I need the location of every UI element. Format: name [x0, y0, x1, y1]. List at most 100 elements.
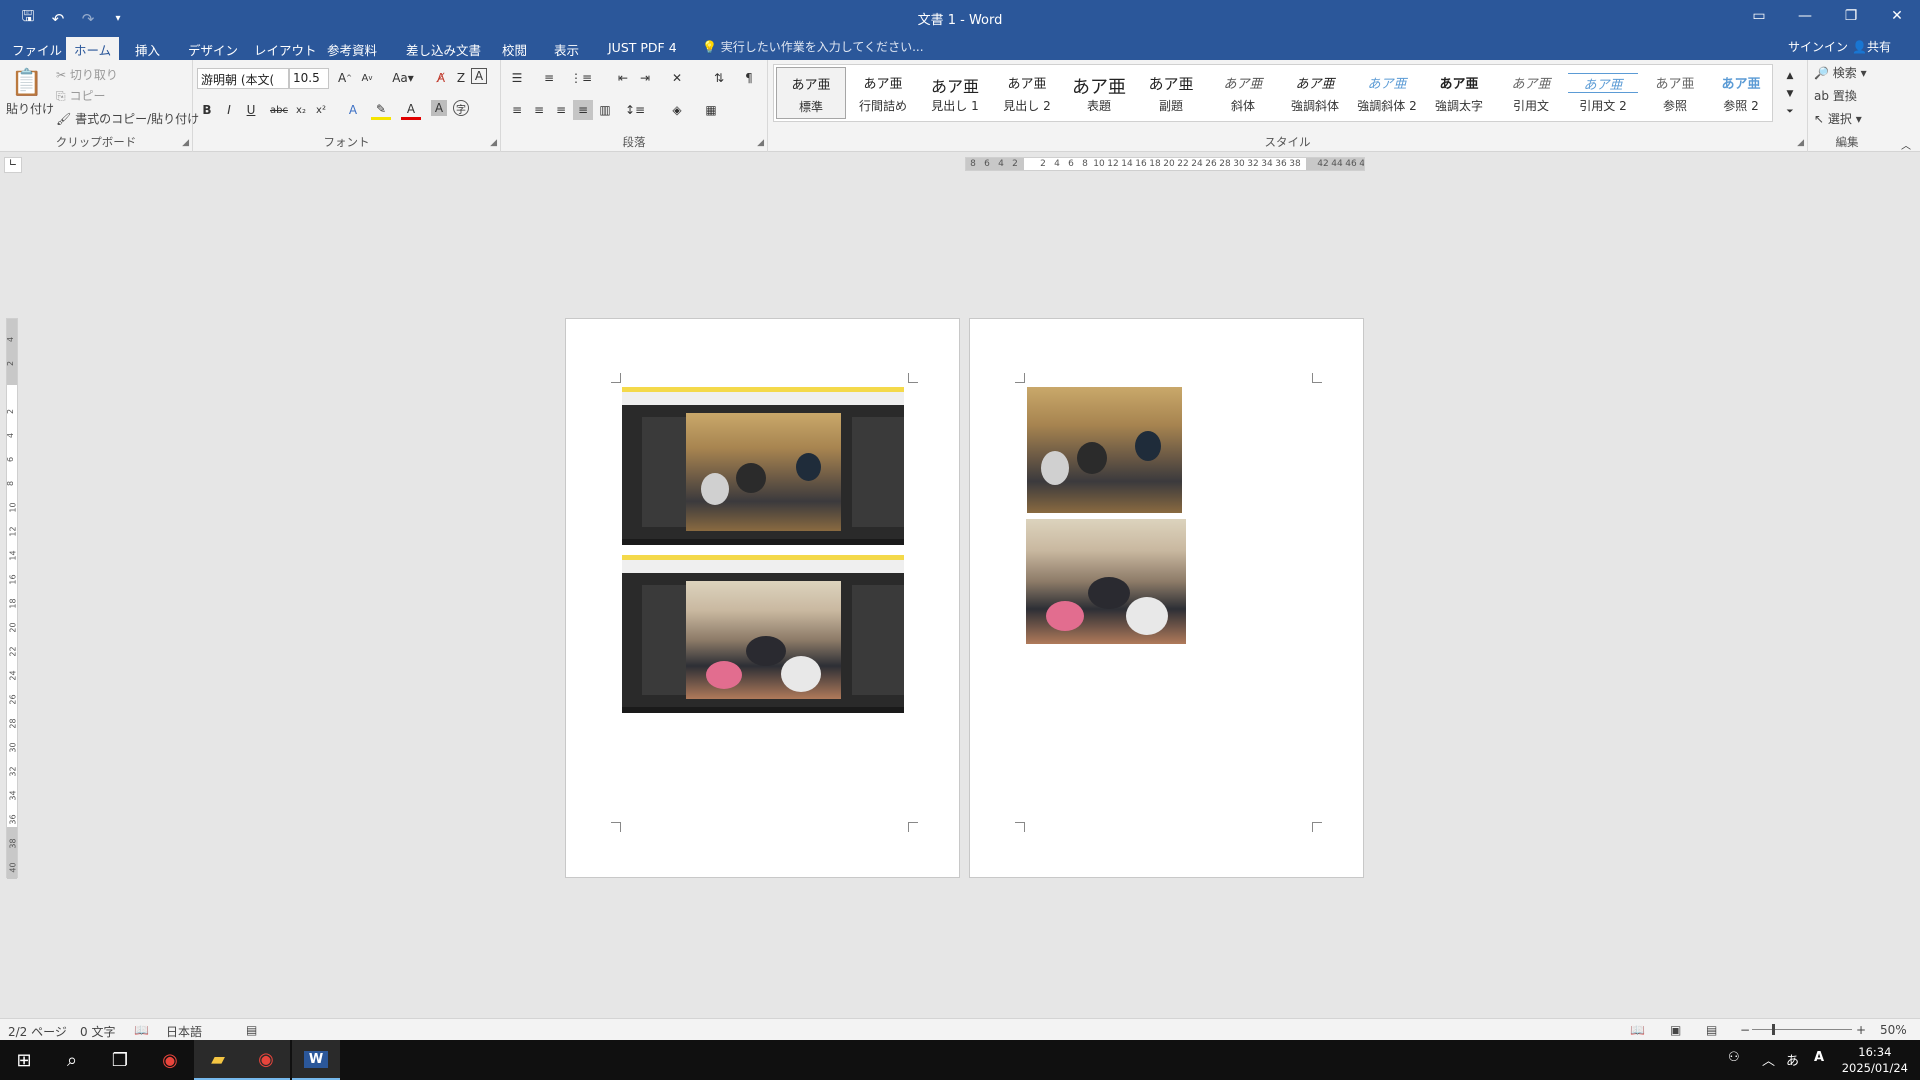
highlight-icon[interactable]: ✎ [371, 100, 391, 120]
close-button[interactable]: ✕ [1874, 0, 1920, 32]
tab-view[interactable]: 表示 [546, 37, 587, 60]
macro-icon[interactable]: ▤ [246, 1023, 257, 1037]
style-normal[interactable]: あア亜 標準 [776, 67, 846, 119]
paragraph-dialog-launcher-icon[interactable]: ◢ [757, 138, 764, 148]
ime-indicator[interactable]: あ [1786, 1050, 1799, 1069]
find-button[interactable]: 🔎 検索 ▾ [1814, 64, 1867, 81]
ribbon-display-options-icon[interactable]: ▭ [1736, 0, 1782, 32]
tray-chevron-icon[interactable]: ︿ [1762, 1050, 1775, 1069]
numbering-icon[interactable]: ≡ [539, 68, 559, 88]
replace-button[interactable]: ab 置換 [1814, 87, 1857, 104]
font-dialog-launcher-icon[interactable]: ◢ [490, 138, 497, 148]
gallery-up-icon[interactable]: ▲ [1780, 66, 1800, 86]
tab-just-pdf[interactable]: JUST PDF 4 [600, 37, 685, 60]
vertical-ruler[interactable]: 4 2 2 4 6 8 10 12 14 16 18 20 22 24 26 28 30 32 34 36 38 40 [6, 318, 18, 879]
page-count[interactable]: 2/2 ページ [8, 1023, 67, 1040]
zoom-out-icon[interactable]: − [1740, 1023, 1750, 1037]
align-right-icon[interactable]: ≡ [551, 100, 571, 120]
style-intense-reference[interactable]: あア亜 参照 2 [1712, 67, 1770, 119]
styles-dialog-launcher-icon[interactable]: ◢ [1797, 138, 1804, 148]
font-size-combo[interactable]: 10.5 [289, 68, 329, 89]
ime-mode-icon[interactable]: A [1814, 1050, 1824, 1065]
chrome-profile-icon[interactable]: ◉ [242, 1040, 290, 1080]
document-page-1[interactable] [565, 318, 960, 878]
print-layout-icon[interactable]: ▣ [1670, 1023, 1681, 1037]
paste-button[interactable]: 貼り付け [6, 100, 54, 117]
style-subtle-emphasis[interactable]: あア亜 強調斜体 [1280, 67, 1350, 119]
copy-button[interactable]: ⎘ コピー [56, 87, 105, 104]
distributed-icon[interactable]: ▥ [595, 100, 615, 120]
font-name-combo[interactable]: 游明朝 (本文( [197, 68, 289, 89]
borders-icon[interactable]: ▦ [701, 100, 721, 120]
sort-icon[interactable]: ⇅ [709, 68, 729, 88]
strikethrough-icon[interactable]: abc [269, 100, 289, 120]
style-reference[interactable]: あア亜 参照 [1640, 67, 1710, 119]
chrome-icon[interactable]: ◉ [146, 1040, 194, 1080]
web-layout-icon[interactable]: ▤ [1706, 1023, 1717, 1037]
screenshot-image-2[interactable] [622, 555, 904, 713]
italic-icon[interactable]: I [219, 100, 239, 120]
style-intense-emphasis[interactable]: あア亜 強調斜体 2 [1352, 67, 1422, 119]
cut-button[interactable]: ✂ 切り取り [56, 66, 118, 83]
tab-references[interactable]: 参考資料 [319, 37, 385, 60]
asian-layout-icon[interactable]: ✕ [667, 68, 687, 88]
subscript-icon[interactable]: x₂ [291, 100, 311, 120]
share-button[interactable]: 👤共有 [1852, 38, 1891, 55]
select-button[interactable]: ↖ 選択 ▾ [1814, 110, 1862, 127]
proofing-icon[interactable]: 📖 [134, 1023, 149, 1037]
screenshot-image-1[interactable] [622, 387, 904, 545]
read-mode-icon[interactable]: 📖 [1630, 1023, 1645, 1037]
align-left-icon[interactable]: ≡ [507, 100, 527, 120]
people-icon[interactable]: ⚇ [1728, 1050, 1740, 1065]
character-shading-icon[interactable]: A [431, 100, 447, 116]
bullets-icon[interactable]: ☰ [507, 68, 527, 88]
zoom-level[interactable]: 50% [1880, 1023, 1907, 1037]
zoom-slider-thumb[interactable] [1772, 1024, 1775, 1035]
style-heading-1[interactable]: あア亜 見出し 1 [920, 67, 990, 119]
tab-review[interactable]: 校閲 [494, 37, 535, 60]
decrease-indent-icon[interactable]: ⇤ [613, 68, 633, 88]
line-spacing-icon[interactable]: ↕≡ [625, 100, 645, 120]
tab-file[interactable]: ファイル [4, 37, 70, 60]
superscript-icon[interactable]: x² [311, 100, 331, 120]
tab-layout[interactable]: レイアウト [246, 37, 325, 60]
style-strong[interactable]: あア亜 強調太字 [1424, 67, 1494, 119]
document-page-2[interactable] [969, 318, 1364, 878]
clear-formatting-icon[interactable]: A̸ [431, 68, 451, 88]
bold-icon[interactable]: B [197, 100, 217, 120]
character-border-icon[interactable]: A [471, 68, 487, 84]
phonetic-guide-icon[interactable]: Z [451, 68, 471, 88]
style-subtitle[interactable]: あア亜 副題 [1136, 67, 1206, 119]
style-intense-quote[interactable]: あア亜 引用文 2 [1568, 67, 1638, 119]
word-count[interactable]: 0 文字 [80, 1023, 115, 1040]
paste-icon[interactable]: 📋 [10, 66, 44, 100]
font-color-icon[interactable]: A [401, 100, 421, 120]
increase-indent-icon[interactable]: ⇥ [635, 68, 655, 88]
justify-icon[interactable]: ≡ [573, 100, 593, 120]
search-icon[interactable]: ⌕ [48, 1040, 96, 1080]
multilevel-list-icon[interactable]: ⋮≡ [570, 68, 592, 88]
tab-mailings[interactable]: 差し込み文書 [398, 37, 489, 60]
windows-start-icon[interactable]: ⊞ [0, 1040, 48, 1080]
style-emphasis[interactable]: あア亜 斜体 [1208, 67, 1278, 119]
dialog-launcher-icon[interactable]: ◢ [182, 138, 189, 148]
tab-insert[interactable]: 挿入 [127, 37, 168, 60]
collapse-ribbon-icon[interactable]: ︿ [1896, 134, 1916, 154]
style-heading-2[interactable]: あア亜 見出し 2 [992, 67, 1062, 119]
zoom-slider[interactable] [1752, 1029, 1852, 1030]
tab-design[interactable]: デザイン [180, 37, 246, 60]
tab-selector[interactable]: ∟ [4, 157, 22, 173]
grow-font-icon[interactable]: A ^ [335, 68, 355, 88]
zoom-in-icon[interactable]: + [1856, 1023, 1866, 1037]
gallery-down-icon[interactable]: ▼ [1780, 84, 1800, 104]
file-explorer-icon[interactable]: ▰ [194, 1040, 242, 1080]
show-marks-icon[interactable]: ¶ [739, 68, 759, 88]
style-quote[interactable]: あア亜 引用文 [1496, 67, 1566, 119]
style-title[interactable]: あア亜 表題 [1064, 67, 1134, 119]
align-center-icon[interactable]: ≡ [529, 100, 549, 120]
shrink-font-icon[interactable]: Av [357, 68, 377, 88]
tell-me-search[interactable]: 💡 実行したい作業を入力してください... [702, 38, 924, 55]
horizontal-ruler[interactable]: 8 6 4 2 2 4 6 8 10 12 14 16 18 20 22 24 26 28 30 32 34 36 38 42… [965, 157, 1365, 171]
text-effects-icon[interactable]: A [343, 100, 363, 120]
underline-icon[interactable]: U [241, 100, 261, 120]
